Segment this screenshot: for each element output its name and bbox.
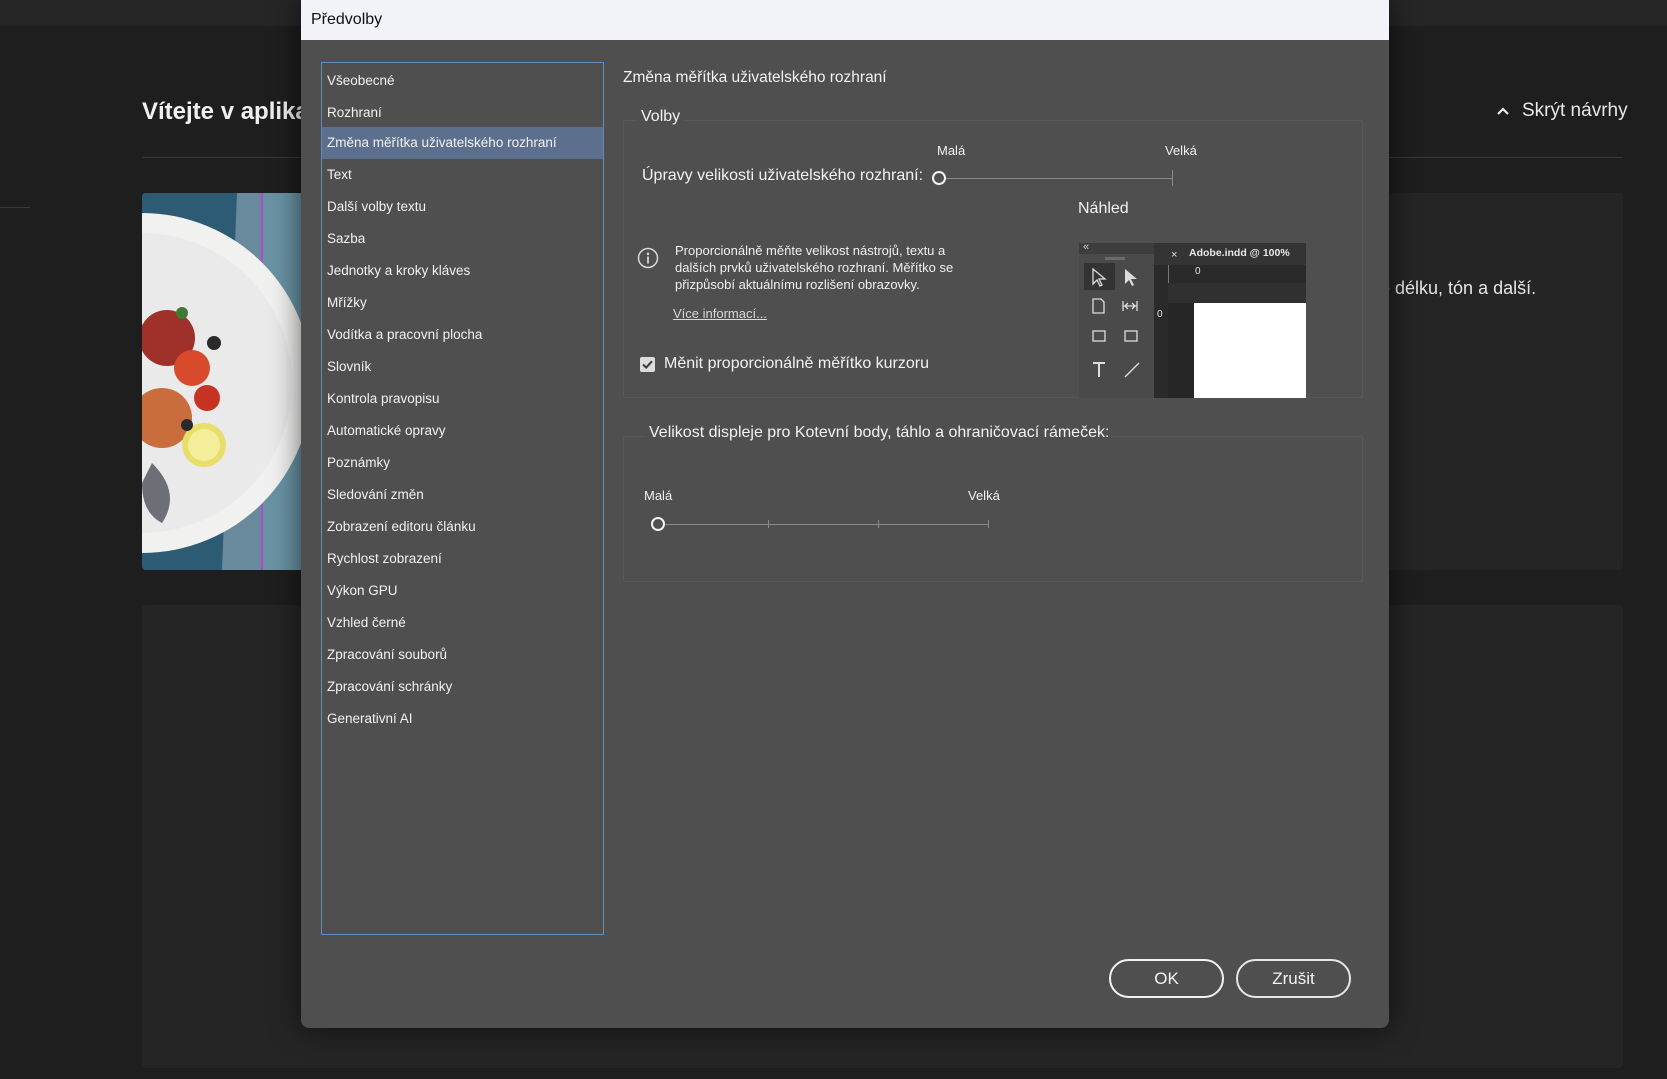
anchor-size-slider-tick: [878, 520, 879, 528]
info-icon: [637, 247, 659, 269]
dialog-title-bar[interactable]: Předvolby: [301, 0, 1389, 40]
category-item-notes[interactable]: Poznámky: [322, 447, 603, 479]
category-list[interactable]: Všeobecné Rozhraní Změna měřítka uživate…: [321, 62, 604, 935]
category-item-interface[interactable]: Rozhraní: [322, 97, 603, 129]
anchor-size-max-label: Velká: [968, 488, 1000, 503]
ui-scale-preview: × « Adobe.indd @ 100% 0 0: [1079, 243, 1306, 398]
anchor-group-legend: Velikost displeje pro Kotevní body, táhl…: [645, 424, 1114, 442]
category-item-general[interactable]: Všeobecné: [322, 65, 603, 97]
category-item-composition[interactable]: Sazba: [322, 223, 603, 255]
scale-cursor-checkbox[interactable]: [640, 357, 655, 372]
ok-button[interactable]: OK: [1109, 959, 1224, 998]
divider: [0, 207, 30, 208]
category-item-clipboard-handling[interactable]: Zpracování schránky: [322, 671, 603, 703]
ui-scaling-info-text: Proporcionálně měňte velikost nástrojů, …: [675, 243, 954, 292]
anchor-size-slider-tick: [988, 520, 989, 528]
category-item-text[interactable]: Text: [322, 159, 603, 191]
category-item-autocorrect[interactable]: Automatické opravy: [322, 415, 603, 447]
preview-title: Náhled: [1078, 200, 1129, 217]
category-item-guides-pasteboard[interactable]: Vodítka a pracovní plocha: [322, 319, 603, 351]
category-item-advanced-type[interactable]: Další volby textu: [322, 191, 603, 223]
anchor-size-min-label: Malá: [644, 488, 673, 503]
preferences-dialog: Předvolby Všeobecné Rozhraní Změna měřít…: [301, 0, 1389, 1028]
category-item-units-increments[interactable]: Jednotky a kroky kláves: [322, 255, 603, 287]
chevron-up-icon: [1497, 107, 1509, 115]
category-item-spelling[interactable]: Kontrola pravopisu: [322, 383, 603, 415]
hide-suggestions-label: Skrýt návrhy: [1522, 100, 1628, 121]
ui-size-slider-tick: [1172, 170, 1173, 186]
category-item-grids[interactable]: Mřížky: [322, 287, 603, 319]
preview-doc-tab: Adobe.indd @ 100%: [1189, 247, 1290, 259]
category-item-appearance-black[interactable]: Vzhled černé: [322, 607, 603, 639]
anchor-size-slider-track[interactable]: [658, 524, 988, 525]
options-group-legend: Volby: [637, 108, 685, 126]
category-item-story-editor[interactable]: Zobrazení editoru článku: [322, 511, 603, 543]
preview-collapse-glyph: «: [1083, 243, 1090, 253]
ui-size-slider-label: Úpravy velikosti uživatelského rozhraní:: [642, 167, 924, 184]
card-description: e délku, tón a další.: [1380, 278, 1537, 298]
category-item-dictionary[interactable]: Slovník: [322, 351, 603, 383]
category-item-gpu-performance[interactable]: Výkon GPU: [322, 575, 603, 607]
category-item-generative-ai[interactable]: Generativní AI: [322, 703, 603, 735]
scale-cursor-label[interactable]: Měnit proporcionálně měřítko kurzoru: [664, 355, 929, 373]
preview-ruler-zero-vertical: 0: [1157, 309, 1163, 320]
anchor-display-size-group: [623, 436, 1363, 582]
preview-ruler-zero: 0: [1195, 266, 1201, 277]
preview-close-glyph: ×: [1171, 249, 1177, 261]
ui-size-slider-thumb[interactable]: [932, 171, 946, 185]
pane-title: Změna měřítka uživatelského rozhraní: [623, 69, 887, 86]
anchor-size-slider-thumb[interactable]: [651, 517, 665, 531]
cancel-button[interactable]: Zrušit: [1236, 959, 1351, 998]
hide-suggestions-button[interactable]: Skrýt návrhy: [1494, 100, 1628, 122]
anchor-size-slider-tick: [768, 520, 769, 528]
category-item-file-handling[interactable]: Zpracování souborů: [322, 639, 603, 671]
category-item-display-performance[interactable]: Rychlost zobrazení: [322, 543, 603, 575]
ui-size-slider-track[interactable]: [938, 178, 1173, 179]
ui-size-min-label: Malá: [937, 143, 966, 158]
category-item-track-changes[interactable]: Sledování změn: [322, 479, 603, 511]
checkmark-icon: [642, 360, 653, 370]
ui-size-max-label: Velká: [1165, 143, 1197, 158]
more-info-link[interactable]: Více informací...: [673, 306, 767, 321]
category-item-ui-scaling[interactable]: Změna měřítka uživatelského rozhraní: [322, 127, 603, 159]
food-plate-image: [142, 193, 302, 570]
dialog-title: Předvolby: [311, 11, 383, 28]
